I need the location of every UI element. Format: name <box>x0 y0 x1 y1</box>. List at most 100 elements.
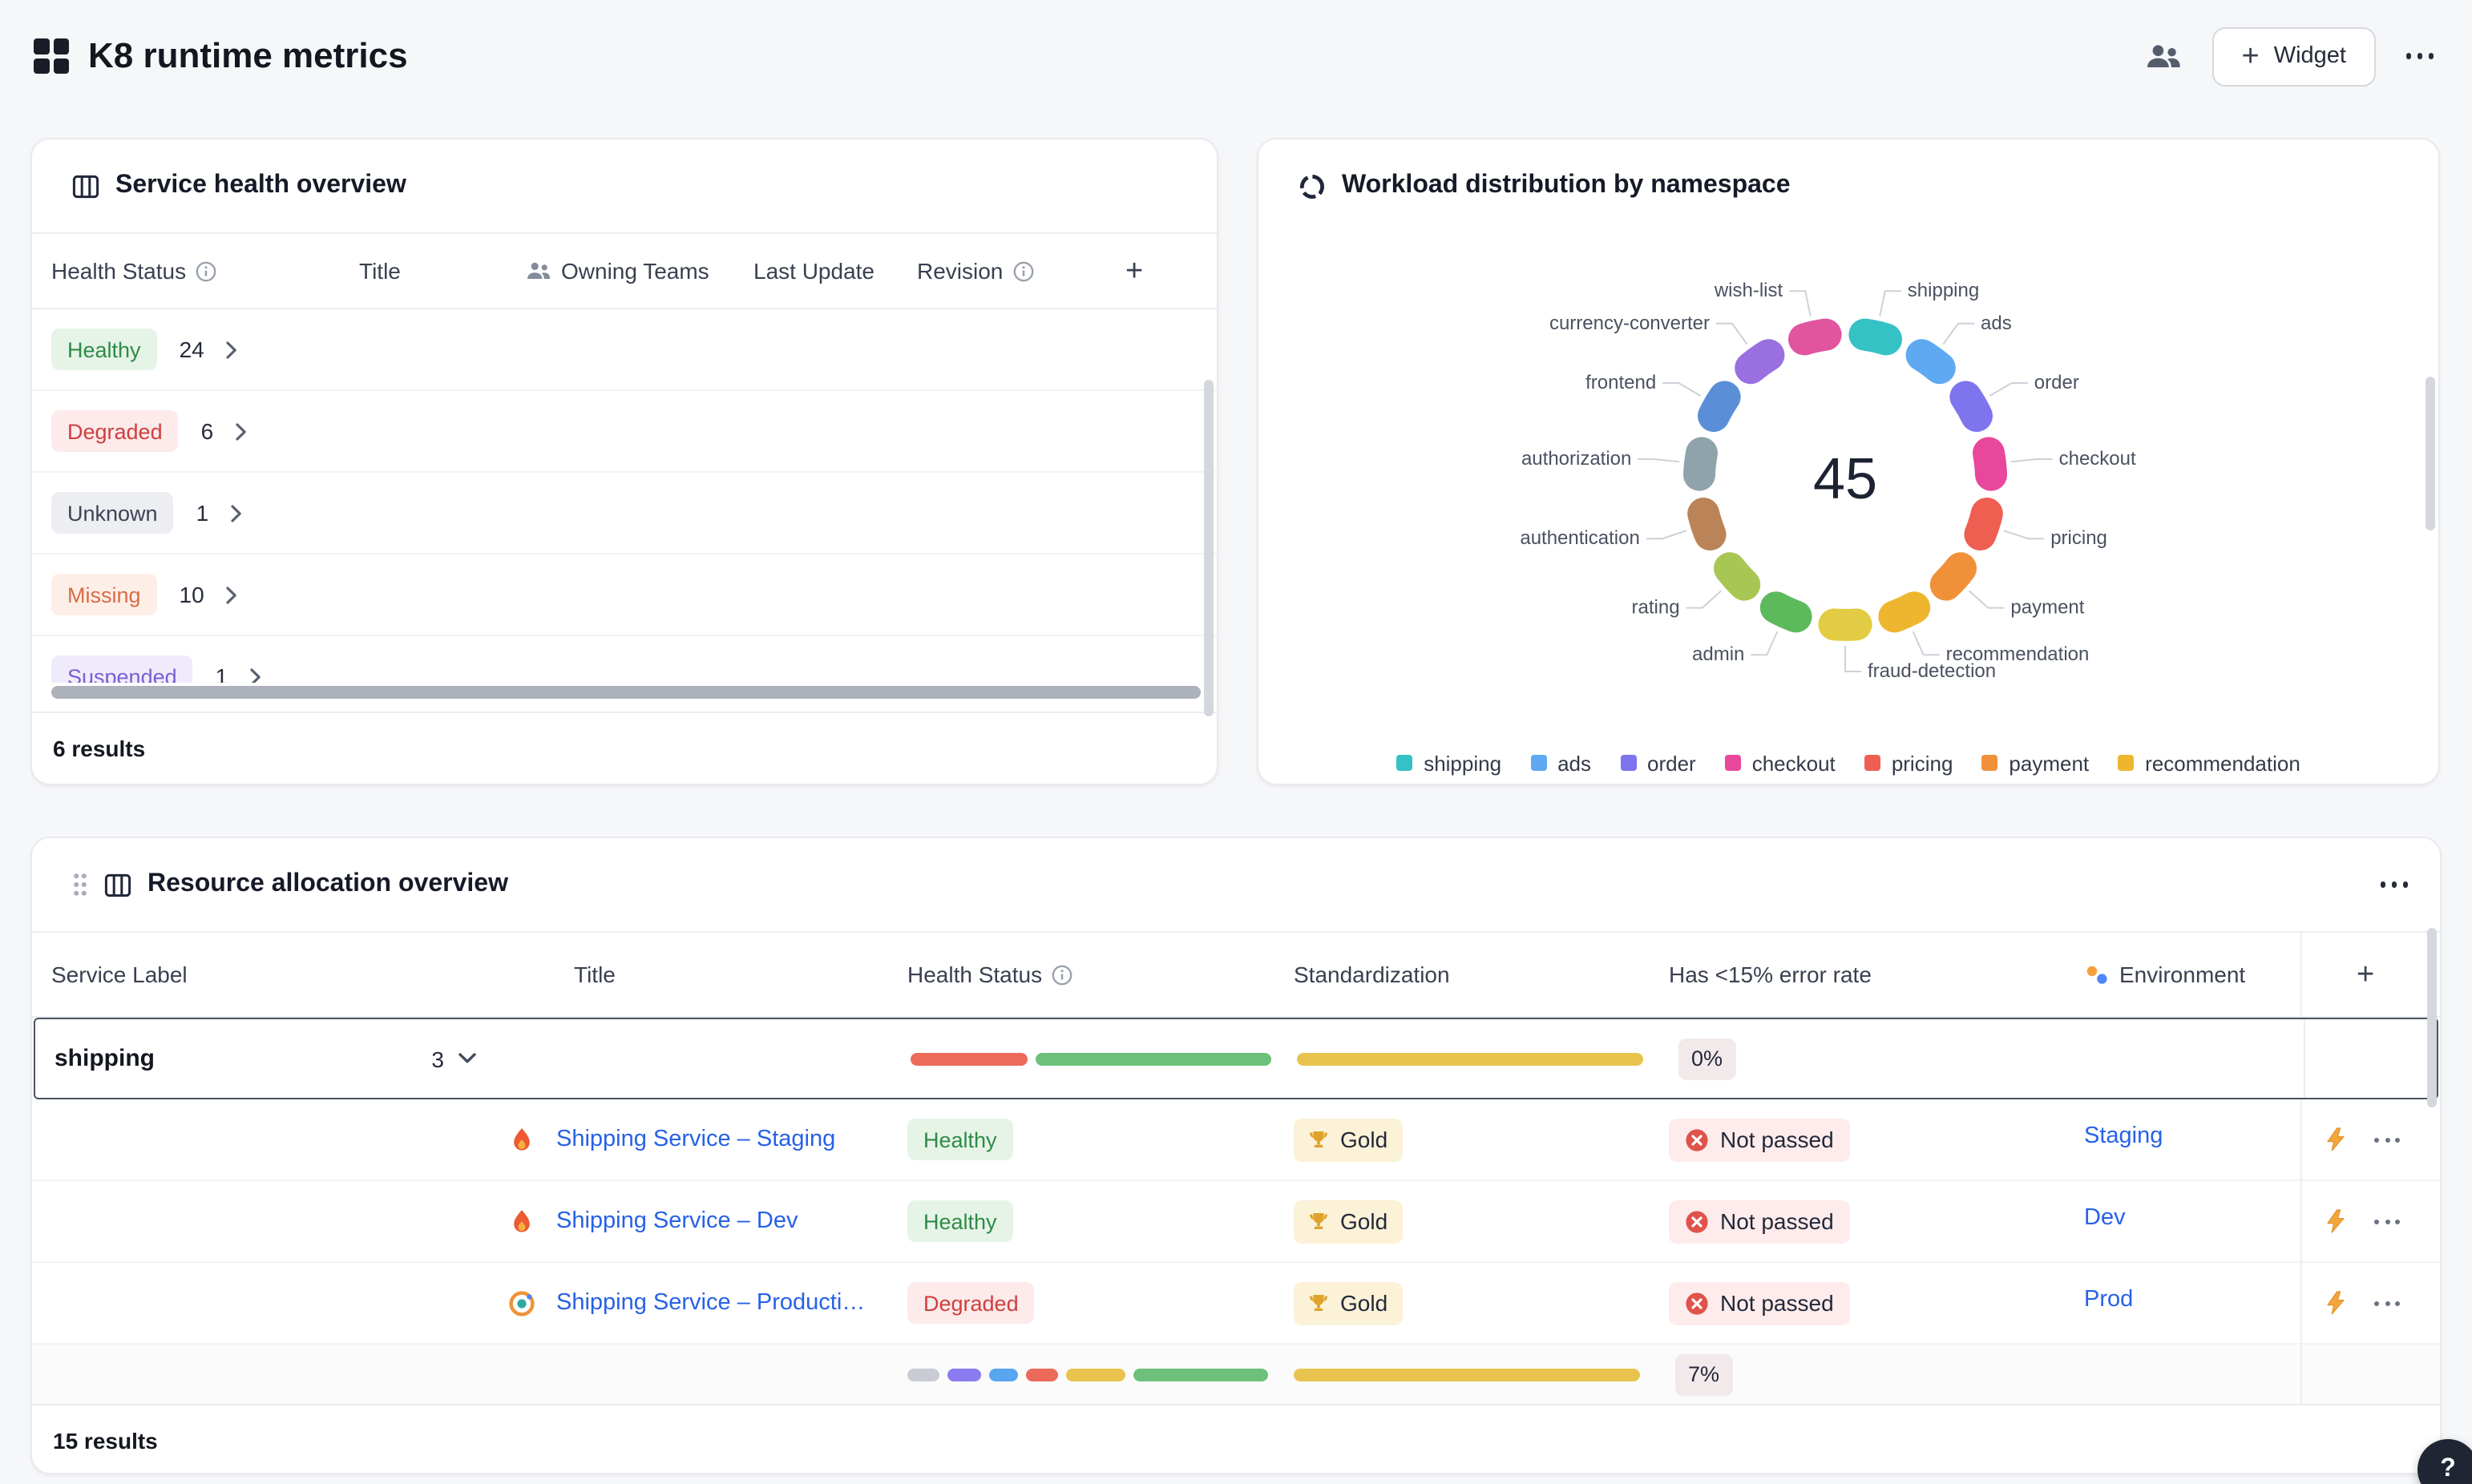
page-more-button[interactable] <box>2399 29 2440 83</box>
vertical-scrollbar[interactable] <box>2427 928 2437 1107</box>
donut-segment-checkout[interactable] <box>1989 453 1991 474</box>
vertical-scrollbar[interactable] <box>2426 377 2435 530</box>
table-row-healthy[interactable]: Healthy 24 <box>32 309 1217 391</box>
chevron-right-icon[interactable] <box>227 341 238 358</box>
legend-label: payment <box>2009 751 2089 775</box>
table-header-row: Health Status Title Owning Teams Last Up… <box>32 232 1217 309</box>
column-label: Title <box>359 258 401 284</box>
donut-segment-ads[interactable] <box>1922 355 1940 368</box>
environment-link[interactable]: Dev <box>2084 1204 2126 1230</box>
donut-segment-frontend[interactable] <box>1714 397 1725 416</box>
card-header: Service health overview <box>32 139 1217 232</box>
legend-item[interactable]: recommendation <box>2118 751 2300 775</box>
donut-segment-fraud-detection[interactable] <box>1834 624 1856 625</box>
group-count: 10 <box>180 582 204 607</box>
donut-segment-order[interactable] <box>1965 397 1977 416</box>
label-leader-line <box>1638 459 1679 462</box>
table-widget-icon <box>72 172 99 200</box>
donut-total: 45 <box>1813 447 1877 511</box>
donut-segment-authentication[interactable] <box>1703 514 1710 534</box>
add-column-button[interactable]: + <box>2357 959 2374 990</box>
legend-swatch <box>1725 755 1741 771</box>
column-health-status[interactable]: Health Status <box>907 962 1294 987</box>
environment-link[interactable]: Staging <box>2084 1123 2163 1148</box>
column-title[interactable]: Title <box>359 258 526 284</box>
donut-segment-recommendation[interactable] <box>1894 607 1914 616</box>
vertical-scrollbar[interactable] <box>1204 380 1214 716</box>
card-title: Service health overview <box>115 171 406 200</box>
legend-item[interactable]: checkout <box>1725 751 1836 775</box>
chevron-down-icon[interactable] <box>458 1053 476 1064</box>
table-row[interactable]: Shipping Service – Dev Healthy Gold Not … <box>32 1181 2440 1263</box>
service-entity-icon <box>508 1208 535 1235</box>
widget-more-button[interactable] <box>2373 857 2414 912</box>
legend-swatch <box>1864 755 1880 771</box>
results-count: 15 results <box>53 1428 158 1454</box>
error-rate-check-badge: Not passed <box>1669 1281 1850 1325</box>
legend-item[interactable]: order <box>1620 751 1696 775</box>
chevron-right-icon[interactable] <box>236 422 247 440</box>
column-last-update[interactable]: Last Update <box>753 258 917 284</box>
table-row-partial[interactable]: 7% <box>32 1345 2440 1404</box>
column-revision[interactable]: Revision <box>917 258 1071 284</box>
column-title[interactable]: Title <box>495 962 907 987</box>
donut-segment-currency-converter[interactable] <box>1751 355 1768 368</box>
chevron-right-icon[interactable] <box>250 667 261 683</box>
entity-link[interactable]: Shipping Service – Producti… <box>556 1290 865 1316</box>
legend-item[interactable]: ads <box>1530 751 1591 775</box>
column-error-rate[interactable]: Has <15% error rate <box>1669 962 2078 987</box>
bolt-icon[interactable] <box>2325 1290 2347 1316</box>
donut-segment-pricing[interactable] <box>1980 514 1986 534</box>
entity-link[interactable]: Shipping Service – Staging <box>556 1127 835 1152</box>
chevron-right-icon[interactable] <box>227 586 238 603</box>
horizontal-scrollbar[interactable] <box>51 686 1201 699</box>
bolt-icon[interactable] <box>2325 1208 2347 1234</box>
column-health-status[interactable]: Health Status <box>32 258 359 284</box>
workload-distribution-card: Workload distribution by namespace shipp… <box>1257 138 2440 785</box>
table-row-degraded[interactable]: Degraded 6 <box>32 391 1217 473</box>
page-title: K8 runtime metrics <box>88 35 408 77</box>
table-row[interactable]: Shipping Service – Producti… Degraded Go… <box>32 1263 2440 1345</box>
row-more-button[interactable] <box>2374 1301 2400 1305</box>
donut-segment-admin[interactable] <box>1776 607 1796 616</box>
table-row[interactable]: Shipping Service – Staging Healthy Gold … <box>32 1099 2440 1181</box>
legend-item[interactable]: pricing <box>1864 751 1953 775</box>
donut-segment-wish-list[interactable] <box>1804 335 1826 340</box>
donut-segment-rating[interactable] <box>1730 568 1744 584</box>
row-more-button[interactable] <box>2374 1137 2400 1142</box>
table-row-unknown[interactable]: Unknown 1 <box>32 473 1217 554</box>
legend-item[interactable]: shipping <box>1396 751 1501 775</box>
info-icon[interactable] <box>1052 964 1072 985</box>
legend-swatch <box>2118 755 2134 771</box>
donut-segment-authorization[interactable] <box>1699 453 1702 474</box>
add-widget-button[interactable]: + Widget <box>2213 26 2376 86</box>
label-leader-line <box>1989 383 2028 396</box>
chevron-right-icon[interactable] <box>231 504 242 522</box>
table-row-suspended[interactable]: Suspended 1 <box>32 636 1217 683</box>
table-header-row: Service Label Title Health Status Standa… <box>32 931 2440 1018</box>
row-more-button[interactable] <box>2374 1219 2400 1224</box>
donut-segment-shipping[interactable] <box>1864 335 1886 340</box>
ellipsis-icon <box>2405 54 2434 59</box>
table-widget-icon <box>104 871 131 898</box>
donut-segment-payment[interactable] <box>1946 568 1961 584</box>
share-users-button[interactable] <box>2139 29 2189 83</box>
column-service-label[interactable]: Service Label <box>32 962 495 987</box>
column-standardization[interactable]: Standardization <box>1294 962 1669 987</box>
workload-donut-chart[interactable]: shippingadsordercheckoutpricingpaymentre… <box>1258 232 2440 742</box>
add-column-button[interactable]: + <box>1119 244 1149 298</box>
x-circle-icon <box>1685 1209 1709 1233</box>
environment-link[interactable]: Prod <box>2084 1286 2133 1312</box>
info-icon[interactable] <box>1012 260 1033 281</box>
table-row-missing[interactable]: Missing 10 <box>32 554 1217 636</box>
drag-handle-icon[interactable] <box>72 872 88 897</box>
group-row-shipping[interactable]: shipping 3 0% <box>34 1018 2438 1099</box>
bolt-icon[interactable] <box>2325 1127 2347 1152</box>
column-owning-teams[interactable]: Owning Teams <box>526 258 753 284</box>
group-label: shipping <box>55 1045 155 1072</box>
column-environment[interactable]: Environment <box>2078 962 2300 987</box>
entity-link[interactable]: Shipping Service – Dev <box>556 1208 798 1234</box>
health-distribution-bar <box>907 1368 1294 1381</box>
info-icon[interactable] <box>196 260 216 281</box>
legend-item[interactable]: payment <box>1981 751 2089 775</box>
